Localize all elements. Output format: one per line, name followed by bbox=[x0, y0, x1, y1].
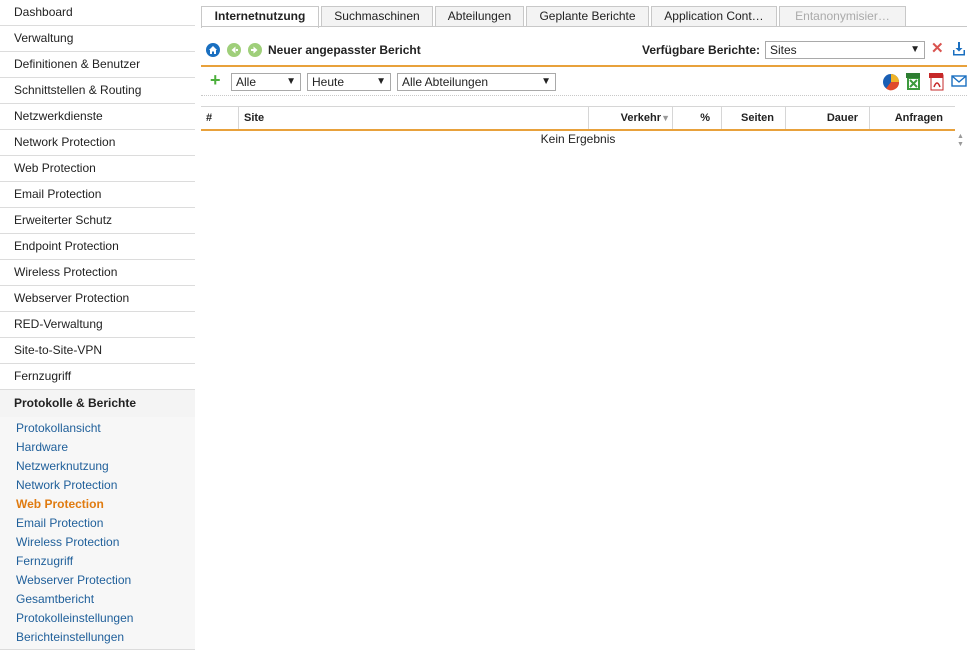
chevron-down-icon: ▼ bbox=[541, 76, 551, 87]
subnav-netzwerknutzung[interactable]: Netzwerknutzung bbox=[0, 457, 195, 476]
nav-item-protokolle-berichte[interactable]: Protokolle & Berichte bbox=[0, 390, 195, 417]
email-icon[interactable] bbox=[951, 73, 967, 92]
column-header-verkehr-label: Verkehr bbox=[620, 112, 661, 124]
nav-item-endpoint-protection[interactable]: Endpoint Protection bbox=[0, 234, 195, 260]
nav-item-red-verwaltung[interactable]: RED-Verwaltung bbox=[0, 312, 195, 338]
nav-item-verwaltung[interactable]: Verwaltung bbox=[0, 26, 195, 52]
subnav-network-protection[interactable]: Network Protection bbox=[0, 476, 195, 495]
subnav-berichteinstellungen[interactable]: Berichteinstellungen bbox=[0, 628, 195, 647]
scope-select[interactable]: Alle ▼ bbox=[231, 73, 301, 91]
column-header-percent[interactable]: % bbox=[672, 107, 721, 129]
filter-toolbar: + Alle ▼ Heute ▼ Alle Abteilungen ▼ bbox=[201, 67, 967, 96]
tab-entanonymisierung[interactable]: Entanonymisier… bbox=[779, 6, 906, 26]
sort-desc-icon: ▼ bbox=[661, 113, 670, 123]
column-header-seiten[interactable]: Seiten bbox=[721, 107, 785, 129]
subnav-protokolleinstellungen[interactable]: Protokolleinstellungen bbox=[0, 609, 195, 628]
nav-item-site-to-site-vpn[interactable]: Site-to-Site-VPN bbox=[0, 338, 195, 364]
tab-abteilungen[interactable]: Abteilungen bbox=[435, 6, 524, 26]
forward-icon[interactable] bbox=[248, 43, 262, 57]
tab-application-control[interactable]: Application Cont… bbox=[651, 6, 777, 26]
subnav-wireless-protection[interactable]: Wireless Protection bbox=[0, 533, 195, 552]
department-select[interactable]: Alle Abteilungen ▼ bbox=[397, 73, 556, 91]
tab-divider bbox=[201, 26, 967, 27]
scroll-up-icon[interactable]: ▲ bbox=[957, 133, 964, 140]
subnav-protokollansicht[interactable]: Protokollansicht bbox=[0, 419, 195, 438]
available-reports-label: Verfügbare Berichte: bbox=[642, 43, 761, 57]
nav-item-network-protection[interactable]: Network Protection bbox=[0, 130, 195, 156]
add-icon[interactable]: + bbox=[210, 71, 221, 89]
column-header-site[interactable]: Site bbox=[238, 107, 588, 129]
subnav-email-protection[interactable]: Email Protection bbox=[0, 514, 195, 533]
chevron-down-icon: ▼ bbox=[910, 44, 920, 55]
nav-item-web-protection[interactable]: Web Protection bbox=[0, 156, 195, 182]
main-content: Internetnutzung Suchmaschinen Abteilunge… bbox=[201, 0, 967, 663]
main-nav: Dashboard Verwaltung Definitionen & Benu… bbox=[0, 0, 195, 417]
nav-item-dashboard[interactable]: Dashboard bbox=[0, 0, 195, 26]
period-value: Heute bbox=[312, 75, 345, 89]
empty-result-text: Kein Ergebnis bbox=[540, 132, 616, 146]
nav-item-wireless-protection[interactable]: Wireless Protection bbox=[0, 260, 195, 286]
report-title: Neuer angepasster Bericht bbox=[268, 43, 421, 57]
subnav-hardware[interactable]: Hardware bbox=[0, 438, 195, 457]
chevron-down-icon: ▼ bbox=[286, 76, 296, 87]
excel-export-icon[interactable] bbox=[905, 73, 923, 94]
tab-internetnutzung[interactable]: Internetnutzung bbox=[201, 6, 319, 28]
scope-value: Alle bbox=[236, 75, 257, 89]
nav-item-erweiterter-schutz[interactable]: Erweiterter Schutz bbox=[0, 208, 195, 234]
subnav-gesamtbericht[interactable]: Gesamtbericht bbox=[0, 590, 195, 609]
table-header: # Site Verkehr ▼ % Seiten Dauer Anfragen bbox=[201, 106, 955, 131]
nav-item-netzwerkdienste[interactable]: Netzwerkdienste bbox=[0, 104, 195, 130]
sidebar: Dashboard Verwaltung Definitionen & Benu… bbox=[0, 0, 195, 663]
sub-nav: Protokollansicht Hardware Netzwerknutzun… bbox=[0, 417, 195, 650]
period-select[interactable]: Heute ▼ bbox=[307, 73, 391, 91]
nav-item-schnittstellen-routing[interactable]: Schnittstellen & Routing bbox=[0, 78, 195, 104]
selected-report: Sites bbox=[770, 43, 797, 57]
subnav-fernzugriff[interactable]: Fernzugriff bbox=[0, 552, 195, 571]
subnav-webserver-protection[interactable]: Webserver Protection bbox=[0, 571, 195, 590]
pie-chart-icon[interactable] bbox=[882, 73, 900, 94]
nav-item-email-protection[interactable]: Email Protection bbox=[0, 182, 195, 208]
download-icon[interactable] bbox=[951, 41, 967, 60]
home-icon[interactable] bbox=[206, 43, 220, 57]
subnav-web-protection[interactable]: Web Protection bbox=[0, 495, 195, 514]
chevron-down-icon: ▼ bbox=[376, 76, 386, 87]
department-value: Alle Abteilungen bbox=[402, 75, 489, 89]
column-header-verkehr[interactable]: Verkehr ▼ bbox=[588, 107, 672, 129]
tab-suchmaschinen[interactable]: Suchmaschinen bbox=[321, 6, 433, 26]
delete-icon[interactable]: ✕ bbox=[931, 41, 944, 56]
scroll-down-icon[interactable]: ▼ bbox=[957, 141, 964, 148]
nav-item-webserver-protection[interactable]: Webserver Protection bbox=[0, 286, 195, 312]
report-toolbar: Neuer angepasster Bericht Verfügbare Ber… bbox=[201, 37, 967, 67]
column-header-dauer[interactable]: Dauer bbox=[785, 107, 869, 129]
nav-item-fernzugriff[interactable]: Fernzugriff bbox=[0, 364, 195, 390]
column-header-number[interactable]: # bbox=[201, 107, 238, 129]
pdf-export-icon[interactable] bbox=[928, 73, 946, 94]
back-icon[interactable] bbox=[227, 43, 241, 57]
results-table: # Site Verkehr ▼ % Seiten Dauer Anfragen … bbox=[201, 106, 955, 146]
nav-item-definitionen-benutzer[interactable]: Definitionen & Benutzer bbox=[0, 52, 195, 78]
column-header-anfragen[interactable]: Anfragen bbox=[869, 107, 955, 129]
tab-geplante-berichte[interactable]: Geplante Berichte bbox=[526, 6, 649, 26]
available-reports-select[interactable]: Sites ▼ bbox=[765, 41, 925, 59]
